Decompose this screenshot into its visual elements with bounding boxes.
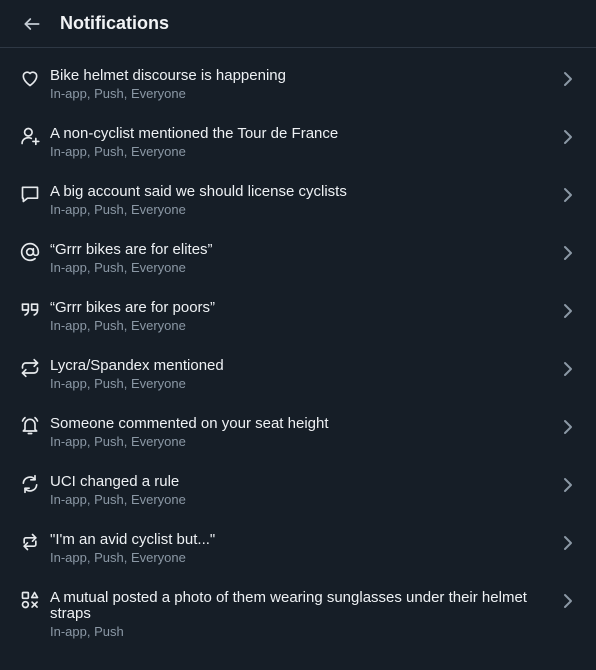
back-button[interactable] <box>20 12 44 36</box>
list-item[interactable]: A mutual posted a photo of them wearing … <box>0 580 596 652</box>
arrow-left-icon <box>24 17 40 30</box>
item-channels: In-app, Push, Everyone <box>50 492 186 507</box>
message-icon <box>20 184 40 204</box>
list-item[interactable]: Someone commented on your seat height In… <box>0 406 596 464</box>
chevron-right-icon <box>560 303 576 319</box>
refresh-icon <box>20 474 40 494</box>
bell-ringing-icon <box>20 416 40 436</box>
item-channels: In-app, Push, Everyone <box>50 86 186 101</box>
chevron-right-icon <box>560 129 576 145</box>
top-bar: Notifications <box>0 0 596 48</box>
list-item[interactable]: UCI changed a rule In-app, Push, Everyon… <box>0 464 596 522</box>
item-channels: In-app, Push, Everyone <box>50 318 186 333</box>
at-icon <box>20 242 40 262</box>
item-channels: In-app, Push <box>50 624 124 639</box>
list-item[interactable]: "I'm an avid cyclist but..." In-app, Pus… <box>0 522 596 580</box>
item-label: A mutual posted a photo of them wearing … <box>50 589 527 622</box>
chevron-right-icon <box>560 593 576 609</box>
item-channels: In-app, Push, Everyone <box>50 144 186 159</box>
list-item[interactable]: Lycra/Spandex mentioned In-app, Push, Ev… <box>0 348 596 406</box>
chevron-right-icon <box>560 477 576 493</box>
repost-icon <box>20 358 40 378</box>
item-label: UCI changed a rule <box>50 473 180 490</box>
item-channels: In-app, Push, Everyone <box>50 550 186 565</box>
item-channels: In-app, Push, Everyone <box>50 260 186 275</box>
chevron-right-icon <box>560 71 576 87</box>
item-label: "I'm an avid cyclist but..." <box>50 531 216 548</box>
shapes-icon <box>20 590 40 610</box>
item-channels: In-app, Push, Everyone <box>50 434 186 449</box>
item-label: “Grrr bikes are for elites” <box>50 241 213 258</box>
list-item[interactable]: “Grrr bikes are for elites” In-app, Push… <box>0 232 596 290</box>
user-plus-icon <box>20 126 40 146</box>
item-channels: In-app, Push, Everyone <box>50 376 186 391</box>
item-label: A big account said we should license cyc… <box>50 183 347 200</box>
item-channels: In-app, Push, Everyone <box>50 202 186 217</box>
list-item[interactable]: “Grrr bikes are for poors” In-app, Push,… <box>0 290 596 348</box>
chevron-right-icon <box>560 419 576 435</box>
notification-settings-list: Bike helmet discourse is happening In-ap… <box>0 48 596 652</box>
chevron-right-icon <box>560 245 576 261</box>
chevron-right-icon <box>560 361 576 377</box>
page-title: Notifications <box>60 13 170 33</box>
list-item[interactable]: A big account said we should license cyc… <box>0 174 596 232</box>
item-label: A non-cyclist mentioned the Tour de Fran… <box>50 125 339 142</box>
heart-icon <box>20 68 40 88</box>
chevron-right-icon <box>560 535 576 551</box>
item-label: Bike helmet discourse is happening <box>50 67 286 84</box>
list-item[interactable]: Bike helmet discourse is happening In-ap… <box>0 58 596 116</box>
item-label: “Grrr bikes are for poors” <box>50 299 216 316</box>
chevron-right-icon <box>560 187 576 203</box>
item-label: Someone commented on your seat height <box>50 415 329 432</box>
quote-icon <box>20 300 40 320</box>
swap-icon <box>20 532 40 552</box>
item-label: Lycra/Spandex mentioned <box>50 357 224 374</box>
list-item[interactable]: A non-cyclist mentioned the Tour de Fran… <box>0 116 596 174</box>
